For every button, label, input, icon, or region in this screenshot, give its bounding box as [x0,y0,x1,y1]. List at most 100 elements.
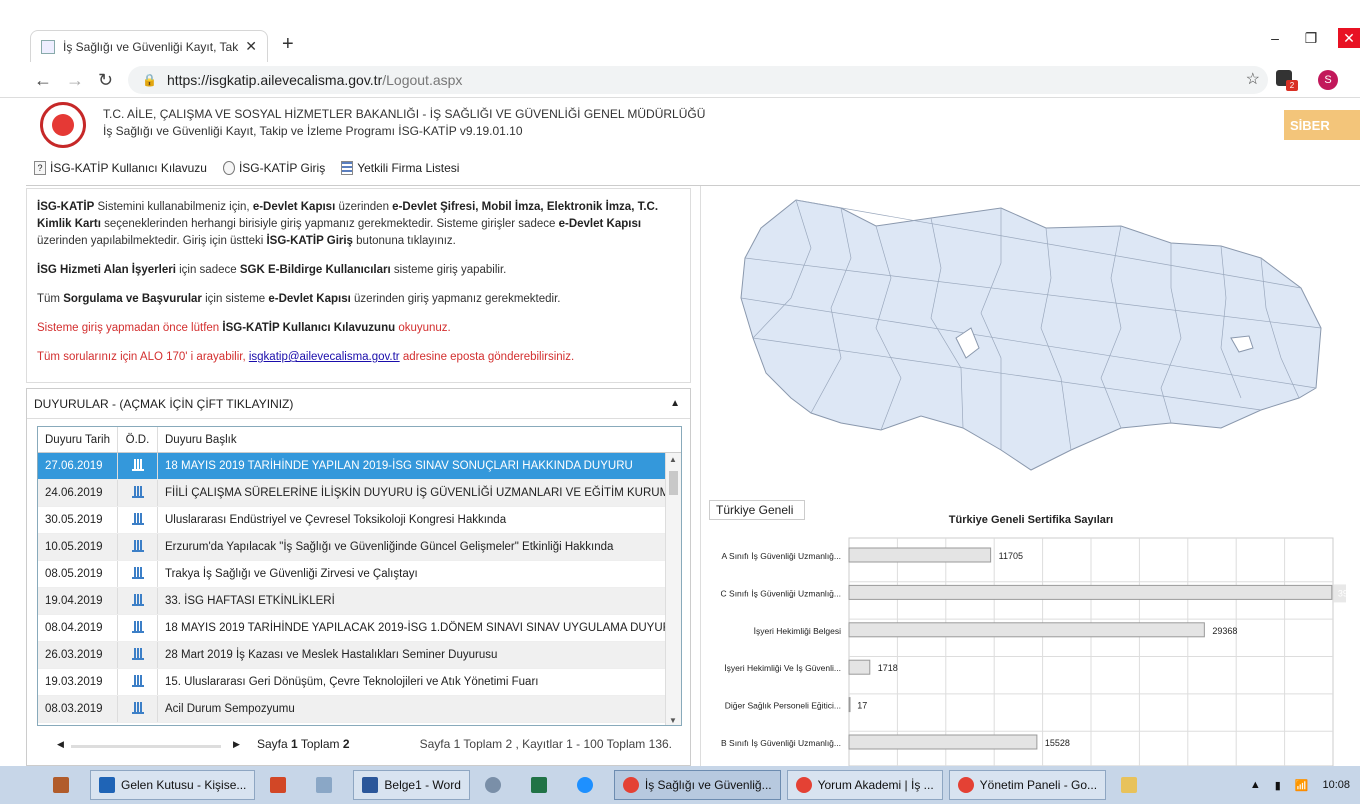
scroll-left-icon[interactable]: ◀ [57,739,64,750]
announcements-header[interactable]: DUYURULAR - (AÇMAK İÇİN ÇİFT TIKLAYINIZ)… [27,389,690,419]
url-field[interactable]: 🔒 https://isgkatip.ailevecalisma.gov.tr /… [128,66,1268,94]
page-favicon-icon [41,39,55,54]
grid-header: Duyuru Tarih Ö.D. Duyuru Başlık [38,427,681,453]
row-date: 27.06.2019 [38,453,118,479]
info-paragraph-3: Tüm Sorgulama ve Başvurular için sisteme… [37,293,561,305]
battery-icon[interactable]: ▮ [1275,779,1281,792]
browser-tabstrip: İş Sağlığı ve Güvenliği Kayıt, Takip ✕ +… [0,0,1360,62]
table-row[interactable]: 08.05.2019 Trakya İş Sağlığı ve Güvenliği… [38,561,681,588]
scroll-right-icon[interactable]: ▶ [233,739,240,750]
bookmark-star-icon[interactable]: ☆ [1246,69,1260,89]
window-controls: – ❐ ✕ [1266,28,1360,48]
windows-taskbar: Gelen Kutusu - Kişise... Belge1 - Word İ… [0,766,1360,804]
row-od[interactable] [118,480,158,506]
firm-list-link[interactable]: Yetkili Firma Listesi [341,160,460,175]
row-od[interactable] [118,561,158,587]
user-guide-link[interactable]: ? İSG-KATİP Kullanıcı Kılavuzu [34,160,207,175]
taskbar-chrome-panel-label: Yönetim Paneli - Go... [979,778,1098,792]
row-od[interactable] [118,696,158,722]
chart-category-label: A Sınıfı İş Güvenliği Uzmanlığ... [721,551,841,561]
minimize-icon[interactable]: – [1266,30,1284,46]
chart-bar [848,547,992,563]
announcements-title: DUYURULAR - (AÇMAK İÇİN ÇİFT TIKLAYINIZ) [34,396,294,411]
url-host: https://isgkatip.ailevecalisma.gov.tr [166,72,383,88]
table-row[interactable]: 19.04.2019 33. İSG HAFTASI ETKİNLİKLERİ [38,588,681,615]
chart-value-label: 29368 [1212,626,1237,636]
taskbar-explorer[interactable] [1112,770,1152,800]
row-od[interactable] [118,588,158,614]
row-title: Acil Durum Sempozyumu [165,703,295,715]
new-tab-icon[interactable]: + [282,33,294,56]
col-title-header[interactable]: Duyuru Başlık [158,427,681,452]
reload-icon[interactable]: ↻ [98,70,113,91]
turkey-overall-tab[interactable]: Türkiye Geneli [709,500,805,520]
taskbar-ie[interactable] [568,770,608,800]
excel-icon [530,777,547,793]
taskbar-chrome-yorum[interactable]: Yorum Akademi | İş ... [786,770,943,800]
turkey-map-svg [740,199,1322,471]
turkey-map[interactable] [700,188,1360,488]
login-link[interactable]: İSG-KATİP Giriş [222,160,325,175]
forward-icon[interactable]: → [66,70,84,91]
info-panel: İSG-KATİP Sistemini kullanabilmeniz için… [26,188,691,383]
table-row[interactable]: 19.03.2019 15. Uluslararası Geri Dönüşüm,… [38,669,681,696]
row-title: Erzurum'da Yapılacak "İş Sağlığı ve Güve… [165,541,614,553]
app-toolbar: ? İSG-KATİP Kullanıcı Kılavuzu İSG-KATİP… [26,150,1360,186]
collapse-icon[interactable]: ▲ [670,398,680,409]
row-od[interactable] [118,642,158,668]
chart-value-label: 17 [857,701,867,711]
clock[interactable]: 10:08 [1322,779,1350,791]
row-od[interactable] [118,507,158,533]
taskbar-powerpoint[interactable] [261,770,301,800]
taskbar-word[interactable]: Belge1 - Word [353,770,470,800]
chart-value-label: 39904 [1338,588,1346,598]
back-icon[interactable]: ← [34,70,52,91]
row-date: 08.05.2019 [38,561,118,587]
col-date-header[interactable]: Duyuru Tarih [38,427,118,452]
table-row[interactable]: 24.06.2019 FİİLİ ÇALIŞMA SÜRELERİNE İLİŞK… [38,480,681,507]
row-od[interactable] [118,453,158,479]
table-row[interactable]: 08.03.2019 Acil Durum Sempozyumu [38,696,681,723]
scroll-up-icon[interactable]: ▲ [669,455,677,464]
table-row[interactable]: 08.04.2019 18 MAYIS 2019 TARİHİNDE YAPILA… [38,615,681,642]
col-od-header[interactable]: Ö.D. [118,427,158,452]
taskbar-chrome-yorum-label: Yorum Akademi | İş ... [817,778,934,792]
grid-vertical-scrollbar[interactable]: ▲ ▼ [665,453,681,725]
close-window-icon[interactable]: ✕ [1338,28,1360,48]
firm-list-label: Yetkili Firma Listesi [357,160,460,175]
notepad-icon [316,777,333,793]
grid-horizontal-scrollbar[interactable]: ◀ ▶ [57,739,240,751]
scroll-thumb[interactable] [669,471,678,495]
row-od[interactable] [118,534,158,560]
taskbar-excel[interactable] [522,770,562,800]
row-title: 15. Uluslararası Geri Dönüşüm, Çevre Tek… [165,676,539,688]
chart-bars-icon [131,459,144,471]
scroll-down-icon[interactable]: ▼ [669,716,677,725]
ministry-logo [40,102,86,148]
table-row[interactable]: 30.05.2019 Uluslararası Endüstriyel ve Çe… [38,507,681,534]
outlook-icon [99,777,115,793]
taskbar-notepad[interactable] [307,770,347,800]
taskbar-outlook[interactable]: Gelen Kutusu - Kişise... [90,770,256,800]
row-od[interactable] [118,669,158,695]
table-row[interactable]: 27.06.2019 18 MAYIS 2019 TARİHİNDE YAPILA… [38,453,681,480]
announcements-grid: Duyuru Tarih Ö.D. Duyuru Başlık 27.06.20… [37,426,682,726]
row-od[interactable] [118,615,158,641]
email-link[interactable]: isgkatip@ailevecalisma.gov.tr [249,351,400,363]
close-tab-icon[interactable]: ✕ [245,38,257,55]
taskbar-chrome-isg[interactable]: İş Sağlığı ve Güvenliğ... [613,770,781,800]
taskbar-chrome-panel[interactable]: Yönetim Paneli - Go... [948,770,1107,800]
user-icon [222,160,235,175]
profile-avatar[interactable]: S [1318,70,1338,90]
chart-bar [848,584,1333,600]
restore-icon[interactable]: ❐ [1302,30,1320,47]
chart-bar [848,622,1205,638]
table-row[interactable]: 26.03.2019 28 Mart 2019 İş Kazası ve Mesl… [38,642,681,669]
taskbar-app[interactable] [476,770,516,800]
table-row[interactable]: 10.05.2019 Erzurum'da Yapılacak "İş Sağlı… [38,534,681,561]
taskbar-file-icon[interactable] [44,770,84,800]
browser-tab-active[interactable]: İş Sağlığı ve Güvenliği Kayıt, Takip ✕ [30,30,268,62]
signal-icon[interactable]: 📶 [1295,779,1309,792]
tray-expand-icon[interactable]: ▲ [1250,779,1261,791]
row-title: 33. İSG HAFTASI ETKİNLİKLERİ [165,595,335,607]
